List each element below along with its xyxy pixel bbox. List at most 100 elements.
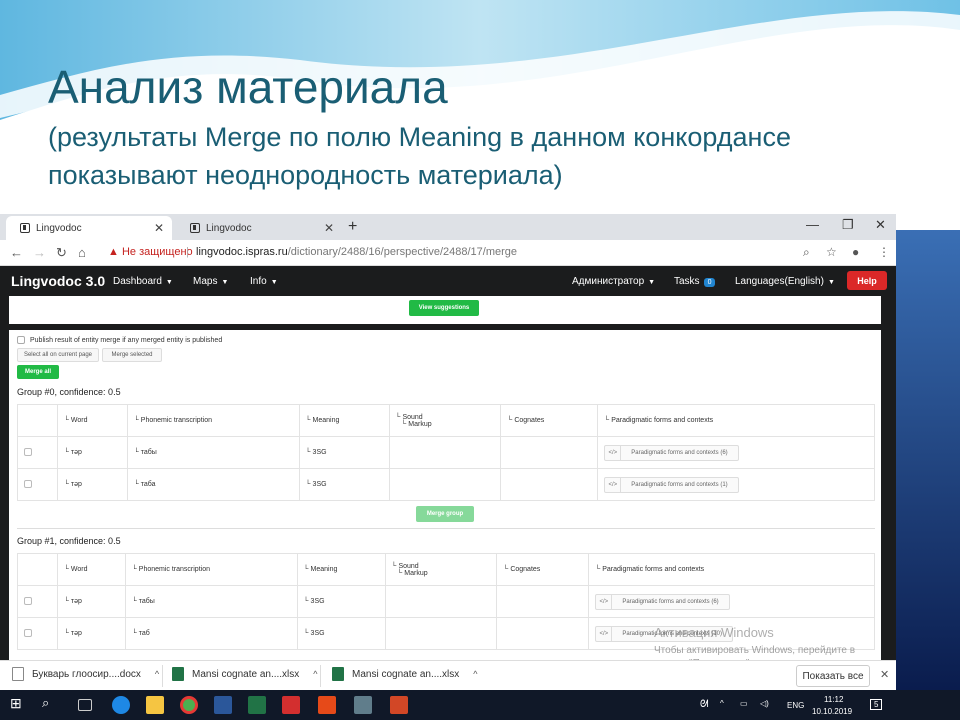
header-paradigmatic[interactable]: └ Paradigmatic forms and contexts (597, 404, 875, 437)
row-checkbox[interactable] (24, 447, 32, 456)
header-cognates[interactable]: └ Cognates (500, 404, 599, 437)
header-paradigmatic[interactable]: └ Paradigmatic forms and contexts (588, 553, 875, 586)
word-icon[interactable] (214, 696, 232, 714)
close-tab-icon[interactable]: ✕ (154, 221, 164, 235)
row-checkbox[interactable] (24, 479, 32, 488)
row-checkbox[interactable] (24, 596, 32, 605)
header-sound[interactable]: └ Sound └ Markup (388, 404, 502, 437)
lingvodoc-favicon-icon (20, 223, 30, 233)
clock-time[interactable]: 11:12 (824, 695, 843, 704)
merge-group-button[interactable]: Merge group (416, 506, 474, 522)
chevron-up-icon[interactable]: ^ (473, 669, 477, 679)
task-view-icon[interactable] (78, 699, 92, 711)
header-cognates[interactable]: └ Cognates (496, 553, 590, 586)
powerpoint-icon[interactable] (390, 696, 408, 714)
download-item[interactable]: Mansi cognate an....xlsx ^ (332, 667, 478, 681)
code-icon: </> (596, 626, 613, 641)
download-item[interactable]: Букварь глоосир....docx ^ (12, 667, 159, 681)
input-language[interactable]: ENG (787, 701, 804, 710)
people-icon[interactable]: ᘛ (700, 699, 709, 710)
search-icon[interactable]: ⌕ (42, 695, 60, 713)
downloads-bar: Букварь глоосир....docx ^ Mansi cognate … (0, 660, 896, 690)
zoom-icon[interactable]: ⌕ (803, 245, 810, 260)
browser-tab[interactable]: Lingvodoc ✕ (176, 216, 342, 240)
help-button[interactable]: Help (847, 271, 887, 290)
url-field[interactable]: lingvodoc.ispras.ru/dictionary/2488/16/p… (196, 246, 517, 258)
select-all-button[interactable]: Select all on current page (17, 348, 99, 362)
document-icon (12, 667, 24, 681)
menu-info[interactable]: Info ▼ (250, 276, 278, 287)
close-tab-icon[interactable]: ✕ (324, 221, 334, 235)
caret-down-icon: ▼ (827, 279, 835, 286)
merge-selected-button[interactable]: Merge selected (102, 348, 162, 362)
merge-all-button[interactable]: Merge all (17, 365, 59, 379)
app-icon[interactable] (282, 696, 300, 714)
home-icon[interactable]: ⌂ (78, 245, 86, 260)
security-warning[interactable]: ▲ Не защищено (108, 246, 193, 258)
network-icon[interactable]: ▭ (740, 699, 748, 708)
app-brand[interactable]: Lingvodoc 3.0 (11, 273, 105, 289)
menu-kebab-icon[interactable]: ⋮ (878, 245, 890, 259)
caret-down-icon: ▼ (648, 279, 656, 286)
forward-icon[interactable]: → (33, 245, 46, 260)
close-window-icon[interactable]: ✕ (875, 217, 886, 233)
header-word[interactable]: └ Word (56, 404, 128, 437)
tab-strip: Lingvodoc ✕ Lingvodoc ✕ + — ❐ ✕ (0, 214, 896, 240)
new-tab-icon[interactable]: + (348, 218, 357, 236)
tray-chevron-icon[interactable]: ^ (720, 699, 724, 708)
minimize-icon[interactable]: — (806, 217, 819, 232)
header-phonemic[interactable]: └ Phonemic transcription (126, 404, 300, 437)
chrome-icon[interactable] (180, 696, 198, 714)
menu-label: Info (250, 276, 267, 287)
chevron-up-icon[interactable]: ^ (313, 669, 317, 679)
download-item[interactable]: Mansi cognate an....xlsx ^ (172, 667, 318, 681)
header-word[interactable]: └ Word (56, 553, 126, 586)
edge-icon[interactable] (112, 696, 130, 714)
publish-checkbox[interactable] (17, 336, 25, 344)
paradigm-button[interactable]: </> Paradigmatic forms and contexts (6) (595, 593, 730, 610)
browser-tab-active[interactable]: Lingvodoc ✕ (6, 216, 172, 240)
menu-languages[interactable]: Languages(English) ▼ (735, 276, 835, 287)
group-table: └ Word └ Phonemic transcription └ Meanin… (17, 404, 875, 501)
windows-taskbar: ⊞ ⌕ ᘛ ^ ▭ ◁) ENG 11:12 10.10.2019 5 (0, 690, 960, 720)
paradigm-button[interactable]: </> Paradigmatic forms and contexts (6) (604, 444, 739, 461)
paradigm-button[interactable]: </> Paradigmatic forms and contexts (1) (604, 476, 739, 493)
header-meaning[interactable]: └ Meaning (298, 404, 390, 437)
back-icon[interactable]: ← (10, 245, 23, 260)
url-path: /dictionary/2488/16/perspective/2488/17/… (287, 246, 518, 258)
publish-option[interactable]: Publish result of entity merge if any me… (17, 336, 222, 344)
chevron-up-icon[interactable]: ^ (155, 669, 159, 679)
restore-icon[interactable]: ❐ (842, 217, 854, 233)
menu-dashboard[interactable]: Dashboard ▼ (113, 276, 173, 287)
windows-start-icon[interactable]: ⊞ (10, 695, 28, 713)
header-phonemic[interactable]: └ Phonemic transcription (124, 553, 298, 586)
profile-icon[interactable]: ● (852, 245, 859, 259)
header-sound[interactable]: └ Sound └ Markup (384, 553, 498, 586)
show-all-button[interactable]: Показать все (796, 665, 870, 687)
close-downloads-icon[interactable]: ✕ (880, 668, 889, 681)
row-checkbox[interactable] (24, 628, 32, 637)
code-icon: </> (605, 477, 622, 492)
volume-icon[interactable]: ◁) (760, 699, 769, 708)
file-explorer-icon[interactable] (146, 696, 164, 714)
acrobat-icon[interactable] (318, 696, 336, 714)
cell-word: └ тəр (56, 468, 128, 501)
clock-date[interactable]: 10.10.2019 (812, 707, 852, 716)
calculator-icon[interactable] (354, 696, 372, 714)
menu-maps[interactable]: Maps ▼ (193, 276, 228, 287)
notifications-icon[interactable]: 5 (870, 699, 883, 710)
menu-tasks[interactable]: Tasks 0 (674, 276, 716, 287)
view-suggestions-button[interactable]: View suggestions (409, 300, 479, 316)
slide-subtitle: (результаты Merge по полю Meaning в данн… (48, 122, 791, 190)
menu-user[interactable]: Администратор ▼ (572, 276, 655, 287)
cell-meaning: └ 3SG (296, 617, 386, 650)
bookmark-star-icon[interactable]: ☆ (826, 245, 837, 259)
table-header-row: └ Word └ Phonemic transcription └ Meanin… (17, 404, 875, 437)
excel-icon (332, 667, 344, 681)
cell-meaning: └ 3SG (296, 585, 386, 618)
header-meaning[interactable]: └ Meaning (296, 553, 386, 586)
excel-icon[interactable] (248, 696, 266, 714)
table-row: └ тəр └ таба └ 3SG </> Paradigmatic forms… (17, 468, 875, 501)
separator (320, 665, 321, 687)
reload-icon[interactable]: ↻ (56, 245, 67, 261)
